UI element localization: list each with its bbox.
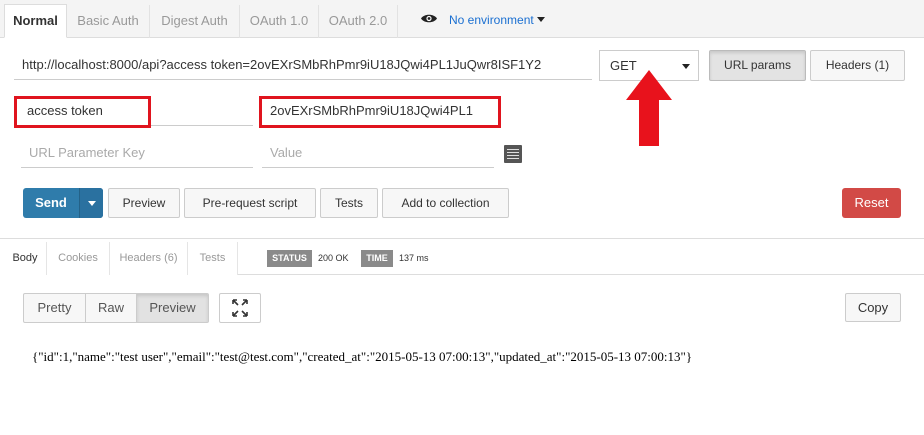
copy-button[interactable]: Copy (845, 293, 901, 322)
tab-oauth-2[interactable]: OAuth 2.0 (319, 5, 398, 38)
bulk-edit-icon[interactable] (504, 145, 522, 163)
fullscreen-icon (232, 299, 248, 317)
tab-oauth-1[interactable]: OAuth 1.0 (240, 5, 319, 38)
tab-body[interactable]: Body (4, 242, 47, 275)
chevron-down-icon (536, 17, 545, 22)
status-badge: STATUS (267, 250, 312, 267)
headers-button[interactable]: Headers (1) (810, 50, 905, 81)
tab-underline (238, 274, 924, 275)
send-dropdown-toggle[interactable] (79, 188, 103, 218)
tab-headers[interactable]: Headers (6) (110, 242, 188, 275)
tab-normal[interactable]: Normal (4, 4, 67, 38)
status-value: 200 OK (318, 253, 349, 263)
add-to-collection-button[interactable]: Add to collection (382, 188, 509, 218)
tab-cookies[interactable]: Cookies (47, 242, 110, 275)
view-raw-button[interactable]: Raw (85, 293, 137, 323)
highlight-box-value (259, 96, 501, 128)
expand-icon[interactable] (219, 293, 261, 323)
preview-button[interactable]: Preview (108, 188, 180, 218)
view-preview-button[interactable]: Preview (136, 293, 209, 323)
auth-tab-bar: Normal Basic Auth Digest Auth OAuth 1.0 … (0, 0, 924, 38)
red-arrow-annotation (626, 70, 672, 146)
tab-basic-auth[interactable]: Basic Auth (67, 5, 150, 38)
tab-tests[interactable]: Tests (188, 242, 238, 275)
response-body: {"id":1,"name":"test user","email":"test… (32, 349, 693, 364)
send-label: Send (35, 195, 67, 210)
send-button[interactable]: Send (23, 188, 103, 218)
request-url-input[interactable]: http://localhost:8000/api?access token=2… (14, 50, 592, 80)
tests-button[interactable]: Tests (320, 188, 378, 218)
section-divider (0, 238, 924, 239)
prerequest-script-button[interactable]: Pre-request script (184, 188, 316, 218)
highlight-box-key (14, 96, 151, 128)
view-pretty-button[interactable]: Pretty (23, 293, 86, 323)
time-badge: TIME (361, 250, 393, 267)
chevron-down-icon (88, 201, 96, 206)
chevron-down-icon (682, 64, 690, 69)
eye-icon (421, 14, 437, 23)
url-params-button[interactable]: URL params (709, 50, 806, 81)
time-value: 137 ms (399, 253, 429, 263)
tab-digest-auth[interactable]: Digest Auth (150, 5, 240, 38)
reset-button[interactable]: Reset (842, 188, 901, 218)
environment-label: No environment (449, 8, 545, 32)
param-key-placeholder-input[interactable]: URL Parameter Key (21, 138, 253, 168)
param-value-placeholder-input[interactable]: Value (262, 138, 494, 168)
